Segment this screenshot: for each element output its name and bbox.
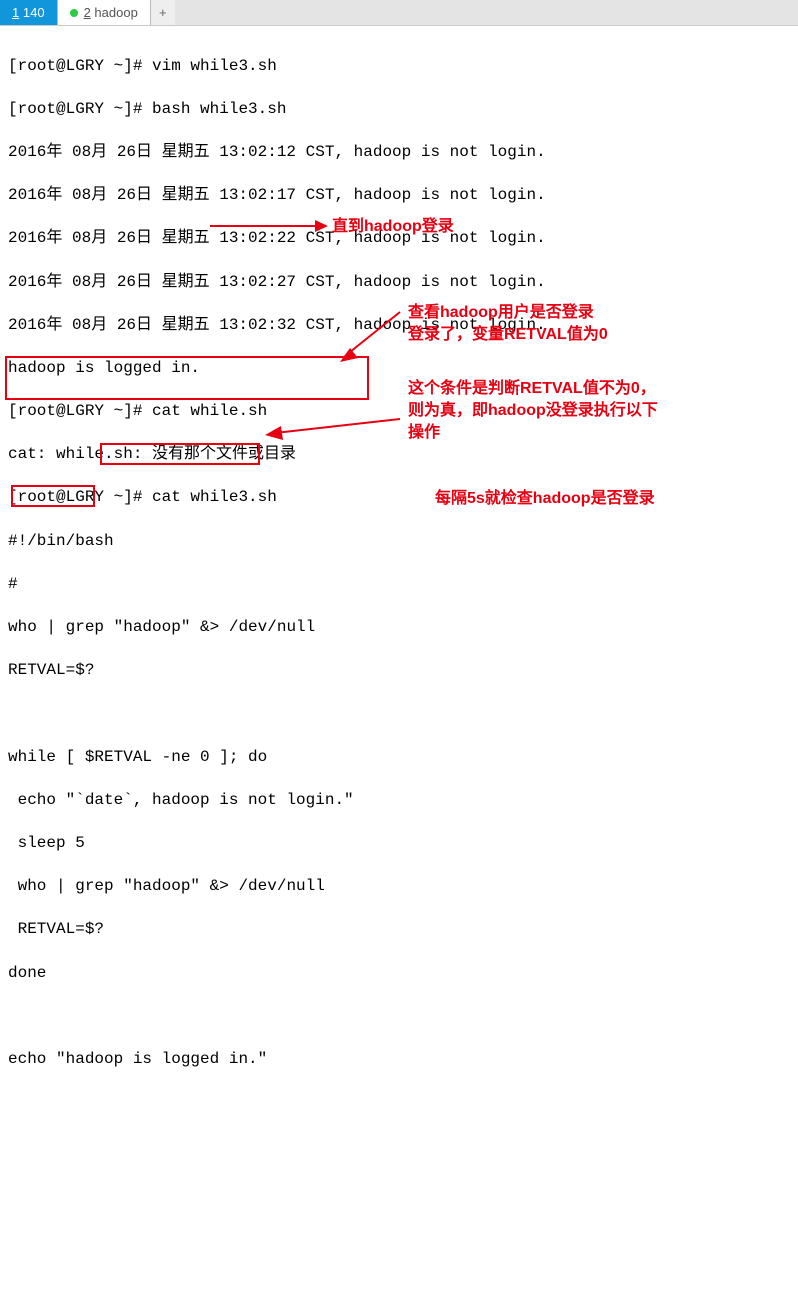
terminal-line: [root@LGRY ~]# bash while3.sh: [8, 99, 790, 121]
terminal-line: hadoop is logged in.: [8, 358, 790, 380]
terminal-line: 2016年 08月 26日 星期五 13:02:32 CST, hadoop i…: [8, 315, 790, 337]
terminal-line: [8, 703, 790, 725]
terminal-line: who | grep "hadoop" &> /dev/null: [8, 617, 790, 639]
terminal-output: [root@LGRY ~]# vim while3.sh [root@LGRY …: [0, 26, 798, 1296]
tab-2-number: 2: [84, 5, 91, 20]
terminal-line: [8, 1006, 790, 1028]
terminal-line: RETVAL=$?: [8, 660, 790, 682]
terminal-line: 2016年 08月 26日 星期五 13:02:27 CST, hadoop i…: [8, 272, 790, 294]
terminal-line: #!/bin/bash: [8, 531, 790, 553]
terminal-line: echo "`date`, hadoop is not login.": [8, 790, 790, 812]
terminal-line: [root@LGRY ~]# cat while.sh: [8, 401, 790, 423]
modified-dot-icon: [70, 9, 78, 17]
tab-1-number: 1: [12, 5, 19, 20]
terminal-line: #: [8, 574, 790, 596]
terminal-line: sleep 5: [8, 833, 790, 855]
terminal-line: 2016年 08月 26日 星期五 13:02:12 CST, hadoop i…: [8, 142, 790, 164]
terminal-line: 2016年 08月 26日 星期五 13:02:17 CST, hadoop i…: [8, 185, 790, 207]
terminal-line: 2016年 08月 26日 星期五 13:02:22 CST, hadoop i…: [8, 228, 790, 250]
terminal-line: done: [8, 963, 790, 985]
terminal-line: cat: while.sh: 没有那个文件或目录: [8, 444, 790, 466]
annotation-text: 操作: [408, 422, 440, 444]
tab-2-label-text: hadoop: [94, 5, 137, 20]
terminal-line: who | grep "hadoop" &> /dev/null: [8, 876, 790, 898]
terminal-line: while [ $RETVAL -ne 0 ]; do: [8, 747, 790, 769]
terminal-line: echo "hadoop is logged in.": [8, 1049, 790, 1071]
tab-bar: 1 140 2 hadoop +: [0, 0, 798, 26]
terminal-line: RETVAL=$?: [8, 919, 790, 941]
terminal-line: [root@LGRY ~]# vim while3.sh: [8, 56, 790, 78]
terminal-line: [root@LGRY ~]# cat while3.sh: [8, 487, 790, 509]
tab-1[interactable]: 1 140: [0, 0, 58, 25]
plus-icon: +: [159, 5, 167, 20]
tab-2[interactable]: 2 hadoop: [58, 0, 151, 25]
tab-add-button[interactable]: +: [151, 0, 175, 25]
tab-1-label-text: 140: [23, 5, 45, 20]
annotation-text: 这个条件是判断RETVAL值不为0，: [408, 378, 656, 400]
